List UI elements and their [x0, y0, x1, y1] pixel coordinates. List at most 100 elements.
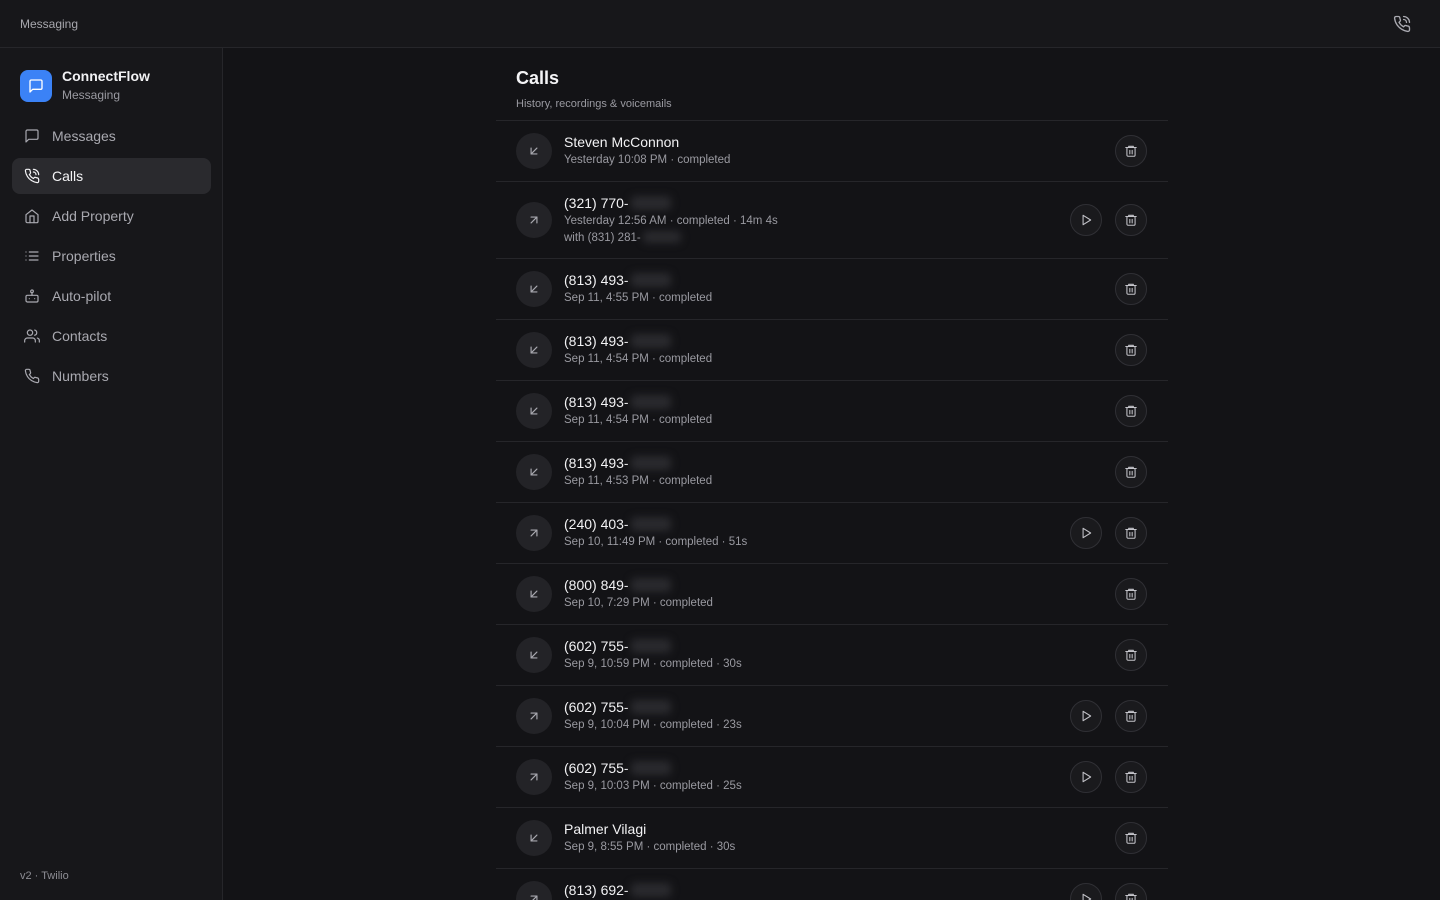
delete-call-button[interactable] [1115, 135, 1147, 167]
sidebar-item-label: Properties [52, 248, 116, 264]
call-with: with (831) 281- [564, 231, 681, 244]
sidebar: ConnectFlow Messaging Messages Calls Add… [0, 48, 223, 900]
caller-name: (813) 493- [564, 455, 671, 471]
trash-icon [1124, 892, 1138, 900]
users-icon [24, 328, 40, 344]
play-recording-button[interactable] [1070, 883, 1102, 900]
call-row[interactable]: Steven McConnon Yesterday 10:08 PM · comp… [496, 121, 1168, 182]
outgoing-call-icon [516, 759, 552, 795]
call-meta: Sep 9, 8:55 PM · completed · 30s [564, 841, 736, 853]
top-bar: Messaging [0, 0, 1440, 48]
list-icon [24, 248, 40, 264]
delete-call-button[interactable] [1115, 883, 1147, 900]
sidebar-item-label: Contacts [52, 328, 108, 344]
sidebar-item-label: Messages [52, 128, 116, 144]
trash-icon [1124, 648, 1138, 662]
call-meta: Sep 10, 11:49 PM · completed · 51s [564, 536, 748, 548]
bot-icon [24, 288, 40, 304]
call-meta: Sep 11, 4:55 PM · completed [564, 292, 713, 304]
delete-call-button[interactable] [1115, 456, 1147, 488]
delete-call-button[interactable] [1115, 639, 1147, 671]
message-square-icon [24, 128, 40, 144]
play-icon [1079, 892, 1093, 900]
redacted-digits [630, 639, 671, 653]
call-row[interactable]: (800) 849- Sep 10, 7:29 PM · completed [496, 564, 1168, 625]
sidebar-item-numbers[interactable]: Numbers [12, 358, 211, 394]
brand-name: ConnectFlow [62, 68, 150, 84]
phone-icon [24, 368, 40, 384]
call-row[interactable]: (321) 770- Yesterday 12:56 AM · completed… [496, 182, 1168, 259]
trash-icon [1124, 770, 1138, 784]
call-meta: Yesterday 10:08 PM · completed [564, 154, 731, 166]
play-icon [1079, 526, 1093, 540]
call-row[interactable]: (602) 755- Sep 9, 10:59 PM · completed · … [496, 625, 1168, 686]
delete-call-button[interactable] [1115, 273, 1147, 305]
redacted-digits [630, 273, 671, 287]
sidebar-item-label: Auto-pilot [52, 288, 112, 304]
caller-name-text: Palmer Vilagi [564, 821, 647, 837]
caller-name: (813) 493- [564, 394, 671, 410]
call-row[interactable]: Palmer Vilagi Sep 9, 8:55 PM · completed … [496, 808, 1168, 869]
play-recording-button[interactable] [1070, 204, 1102, 236]
caller-name-text: (602) 755- [564, 638, 629, 654]
sidebar-item-contacts[interactable]: Contacts [12, 318, 211, 354]
brand[interactable]: ConnectFlow Messaging [20, 68, 210, 104]
incoming-call-icon [516, 393, 552, 429]
call-row[interactable]: (602) 755- Sep 9, 10:03 PM · completed · … [496, 747, 1168, 808]
incoming-call-icon [516, 454, 552, 490]
trash-icon [1124, 587, 1138, 601]
call-row[interactable]: (813) 493- Sep 11, 4:55 PM · completed [496, 259, 1168, 320]
call-row[interactable]: (813) 692- [496, 869, 1168, 900]
redacted-digits [630, 517, 671, 531]
call-row[interactable]: (813) 493- Sep 11, 4:53 PM · completed [496, 442, 1168, 503]
delete-call-button[interactable] [1115, 517, 1147, 549]
sidebar-item-add-property[interactable]: Add Property [12, 198, 211, 234]
trash-icon [1124, 282, 1138, 296]
phone-call-icon[interactable] [1390, 12, 1414, 36]
call-row[interactable]: (240) 403- Sep 10, 11:49 PM · completed ·… [496, 503, 1168, 564]
delete-call-button[interactable] [1115, 578, 1147, 610]
call-meta: Yesterday 12:56 AM · completed · 14m 4s [564, 215, 778, 227]
caller-name-text: (800) 849- [564, 577, 629, 593]
delete-call-button[interactable] [1115, 204, 1147, 236]
chat-bubble-icon [20, 70, 52, 102]
delete-call-button[interactable] [1115, 395, 1147, 427]
redacted-digits [630, 395, 671, 409]
call-row[interactable]: (813) 493- Sep 11, 4:54 PM · completed [496, 381, 1168, 442]
outgoing-call-icon [516, 881, 552, 900]
version-footer: v2 · Twilio [20, 870, 69, 882]
caller-name-text: Steven McConnon [564, 134, 680, 150]
call-meta: Sep 9, 10:59 PM · completed · 30s [564, 658, 742, 670]
trash-icon [1124, 404, 1138, 418]
incoming-call-icon [516, 332, 552, 368]
call-meta: Sep 11, 4:53 PM · completed [564, 475, 713, 487]
redacted-digits [630, 761, 671, 775]
delete-call-button[interactable] [1115, 822, 1147, 854]
play-icon [1079, 770, 1093, 784]
caller-name-text: (813) 493- [564, 272, 629, 288]
caller-name: (602) 755- [564, 699, 671, 715]
sidebar-item-messages[interactable]: Messages [12, 118, 211, 154]
play-icon [1079, 213, 1093, 227]
sidebar-item-calls[interactable]: Calls [12, 158, 211, 194]
play-recording-button[interactable] [1070, 761, 1102, 793]
sidebar-item-properties[interactable]: Properties [12, 238, 211, 274]
call-meta: Sep 10, 7:29 PM · completed [564, 597, 713, 609]
redacted-digits [642, 231, 681, 243]
caller-name: (321) 770- [564, 195, 671, 211]
page-subtitle: History, recordings & voicemails [516, 98, 672, 110]
caller-name: (800) 849- [564, 577, 671, 593]
trash-icon [1124, 343, 1138, 357]
play-recording-button[interactable] [1070, 700, 1102, 732]
call-row[interactable]: (813) 493- Sep 11, 4:54 PM · completed [496, 320, 1168, 381]
calls-page: Calls History, recordings & voicemails S… [224, 48, 1440, 900]
delete-call-button[interactable] [1115, 334, 1147, 366]
play-recording-button[interactable] [1070, 517, 1102, 549]
caller-name: (813) 493- [564, 272, 671, 288]
caller-name-text: (813) 493- [564, 455, 629, 471]
sidebar-item-auto-pilot[interactable]: Auto-pilot [12, 278, 211, 314]
delete-call-button[interactable] [1115, 700, 1147, 732]
delete-call-button[interactable] [1115, 761, 1147, 793]
call-row[interactable]: (602) 755- Sep 9, 10:04 PM · completed · … [496, 686, 1168, 747]
trash-icon [1124, 709, 1138, 723]
